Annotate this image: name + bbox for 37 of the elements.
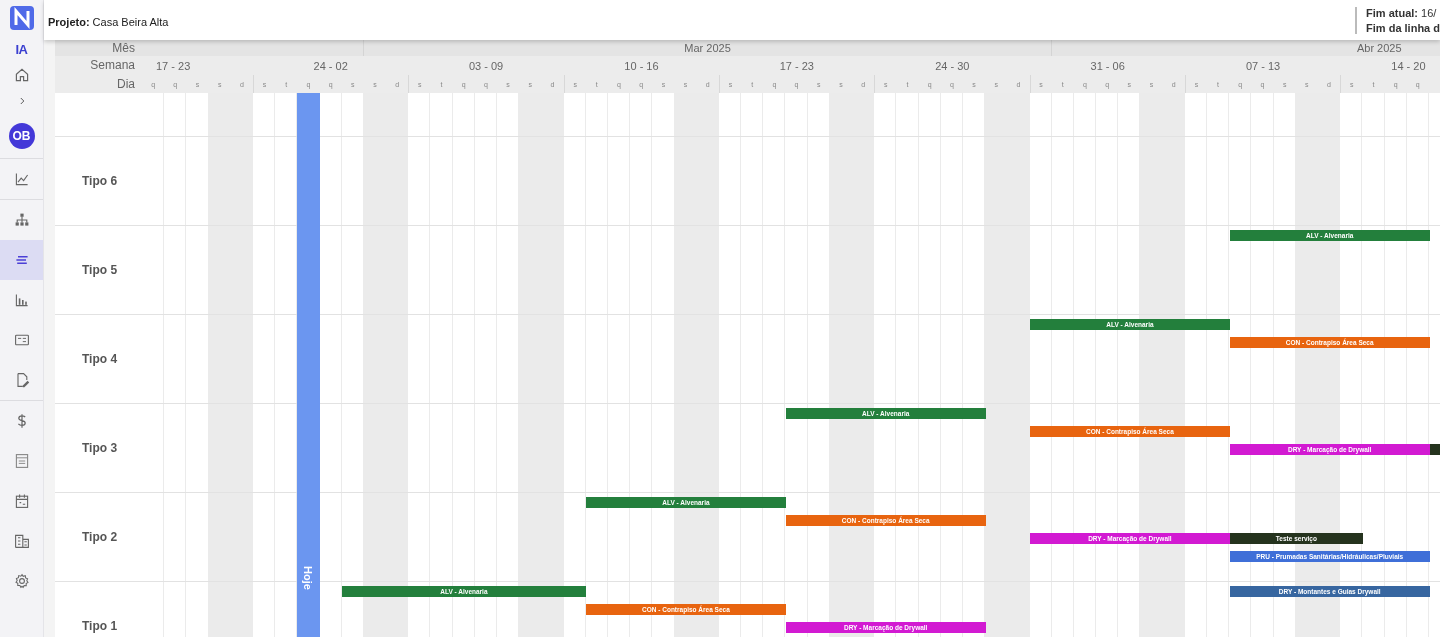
avatar[interactable]: OB [8,123,35,149]
header-label: Mês [55,40,142,56]
week-label: 24 - 30 [935,59,970,72]
week-label: 10 - 16 [624,59,659,72]
hierarchy-icon [13,212,30,228]
row-label: Tipo 6 [82,174,118,188]
week-label: 17 - 23 [156,59,191,72]
week-label: 24 - 02 [313,59,348,72]
info-text: Fim atual: 16/ [1366,6,1438,19]
home-icon [13,67,30,83]
header-label: Dia [116,76,136,93]
card-icon [13,332,30,348]
bar-chart-icon [13,292,30,308]
header-label: Semana [89,57,136,74]
month-label: Abr 2025 [1356,42,1402,54]
row-label: Tipo 4 [82,352,118,366]
row-label: Tipo 5 [82,263,118,277]
week-label: 31 - 06 [1090,59,1125,72]
logo-icon[interactable] [9,6,34,30]
line-chart-icon [13,171,30,187]
spreadsheet-icon [13,453,30,469]
nav-item[interactable] [0,240,43,280]
row-label: Tipo 2 [82,530,118,544]
project-name: Projeto: Casa Beira Alta [47,15,169,28]
month-label: Mar 2025 [684,42,731,54]
week-label: 07 - 13 [1245,59,1281,72]
today-label: Hoje [302,566,315,590]
calendar-icon [13,493,30,509]
week-label: 03 - 09 [468,59,504,72]
week-label: 14 - 20 [1391,59,1426,72]
building-icon [13,533,30,549]
ai-link[interactable]: IA [15,41,28,57]
week-label: 17 - 23 [779,59,814,72]
info-text: Fim da linha d [1366,21,1440,34]
row-label: Tipo 1 [82,619,118,633]
row-label: Tipo 3 [82,441,118,455]
settings-icon [13,573,30,589]
